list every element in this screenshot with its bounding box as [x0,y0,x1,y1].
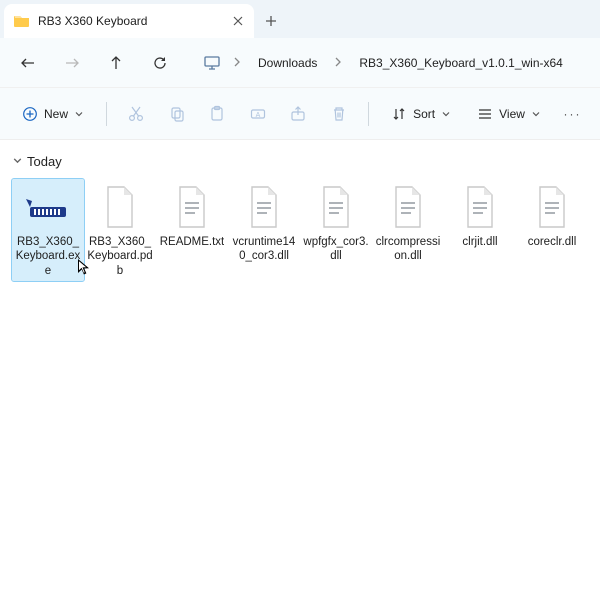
chevron-right-icon[interactable] [230,56,244,70]
command-bar: New A Sort View ··· [0,88,600,140]
rename-button[interactable]: A [241,97,276,131]
file-icon-blank [96,183,144,231]
divider [106,102,107,126]
new-tab-button[interactable] [254,4,288,38]
file-icon-text [240,183,288,231]
divider [368,102,369,126]
chevron-down-icon [74,109,84,119]
tab-title: RB3 X360 Keyboard [38,14,224,28]
up-button[interactable] [98,45,134,81]
breadcrumb-segment-downloads[interactable]: Downloads [252,52,323,74]
file-label: RB3_X360_Keyboard.pdb [86,235,154,277]
back-button[interactable] [10,45,46,81]
tab-active[interactable]: RB3 X360 Keyboard [4,4,254,38]
new-button[interactable]: New [12,97,94,131]
delete-button[interactable] [322,97,357,131]
file-area: Today RB3_X360_Keyboard.exe RB3_X360_Key… [0,140,600,293]
file-label: vcruntime140_cor3.dll [230,235,298,264]
refresh-button[interactable] [142,45,178,81]
file-icon-text [312,183,360,231]
file-icon-text [384,183,432,231]
file-icon-text [456,183,504,231]
share-button[interactable] [281,97,316,131]
chevron-down-icon [531,109,541,119]
file-icon-text [528,183,576,231]
close-icon[interactable] [232,15,244,27]
view-button[interactable]: View [467,97,551,131]
copy-button[interactable] [159,97,194,131]
tab-bar: RB3 X360 Keyboard [0,0,600,38]
view-label: View [499,107,525,121]
nav-bar: Downloads RB3_X360_Keyboard_v1.0.1_win-x… [0,38,600,88]
new-label: New [44,107,68,121]
breadcrumb-segment-folder[interactable]: RB3_X360_Keyboard_v1.0.1_win-x64 [353,52,568,74]
file-grid: RB3_X360_Keyboard.exe RB3_X360_Keyboard.… [12,179,588,281]
file-item[interactable]: coreclr.dll [516,179,588,281]
file-label: RB3_X360_Keyboard.exe [14,235,82,277]
file-item[interactable]: clrjit.dll [444,179,516,281]
file-item[interactable]: wpfgfx_cor3.dll [300,179,372,281]
file-label: clrcompression.dll [374,235,442,264]
file-icon-text [168,183,216,231]
file-item[interactable]: README.txt [156,179,228,281]
more-button[interactable]: ··· [557,97,588,131]
paste-button[interactable] [200,97,235,131]
svg-text:A: A [256,112,261,119]
forward-button[interactable] [54,45,90,81]
file-label: coreclr.dll [528,235,577,249]
group-header[interactable]: Today [12,154,588,169]
cut-button[interactable] [119,97,154,131]
file-label: wpfgfx_cor3.dll [302,235,370,264]
sort-label: Sort [413,107,435,121]
chevron-down-icon [441,109,451,119]
file-item-exe[interactable]: RB3_X360_Keyboard.exe [12,179,84,281]
file-item[interactable]: vcruntime140_cor3.dll [228,179,300,281]
folder-icon [14,13,30,29]
sort-button[interactable]: Sort [381,97,461,131]
file-item[interactable]: clrcompression.dll [372,179,444,281]
file-item[interactable]: RB3_X360_Keyboard.pdb [84,179,156,281]
file-label: README.txt [160,235,225,249]
app-icon [24,183,72,231]
chevron-down-icon [12,155,23,169]
file-label: clrjit.dll [462,235,497,249]
pc-icon[interactable] [202,53,222,73]
group-label: Today [27,154,62,169]
chevron-right-icon[interactable] [331,56,345,70]
